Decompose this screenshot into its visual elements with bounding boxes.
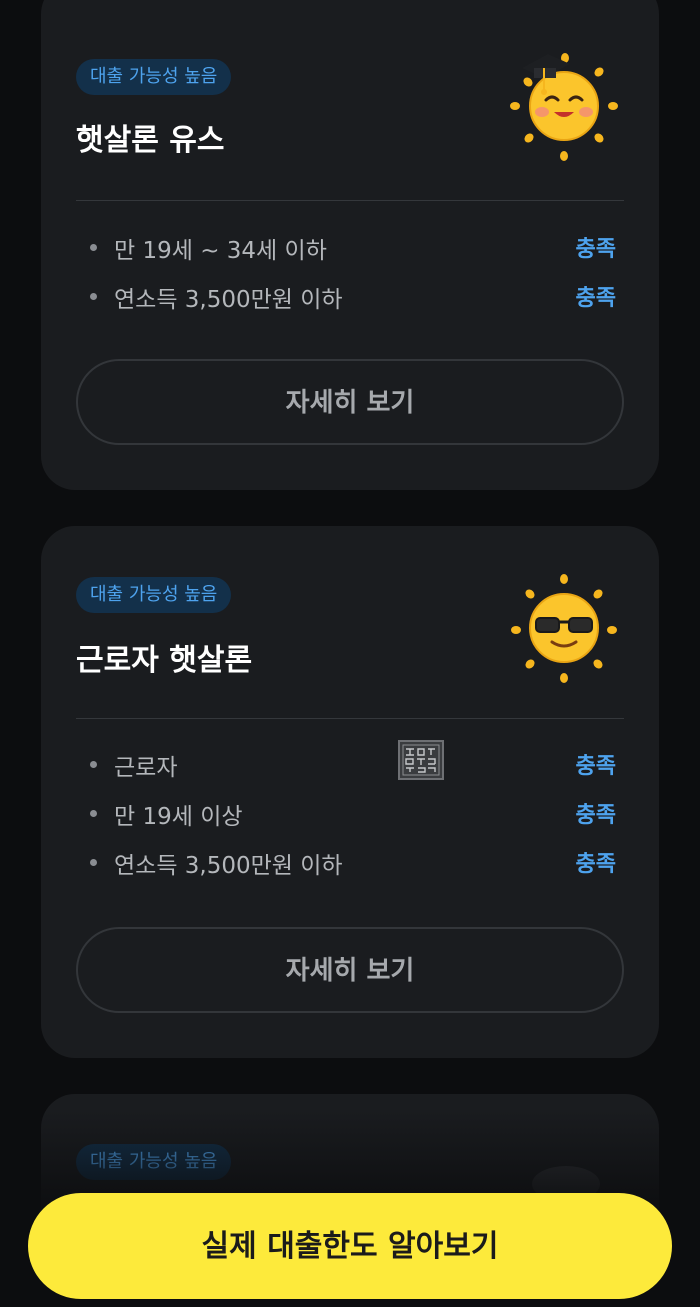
bullet-icon — [90, 859, 97, 866]
approval-likelihood-badge: 대출 가능성 높음 — [76, 59, 232, 95]
bullet-icon — [90, 761, 97, 768]
approval-likelihood-badge: 대출 가능성 높음 — [76, 1144, 232, 1180]
graduation-sun-icon — [510, 53, 618, 161]
criterion-status: 충족 — [575, 852, 616, 877]
list-item: 만 19세 이상 충족 — [76, 789, 616, 838]
card-divider — [76, 200, 624, 201]
view-details-button[interactable]: 자세히 보기 — [76, 927, 624, 1013]
criterion-label: 근로자 — [114, 755, 178, 781]
bullet-icon — [90, 810, 97, 817]
loan-title: 햇살론 유스 — [76, 123, 225, 158]
list-item: 만 19세 ~ 34세 이하 충족 — [76, 223, 616, 272]
card-divider — [76, 718, 624, 719]
view-details-button[interactable]: 자세히 보기 — [76, 359, 624, 445]
seal-stamp-icon — [398, 740, 444, 780]
criterion-label: 만 19세 ~ 34세 이하 — [114, 238, 327, 264]
loan-card-worker-sunshine: 대출 가능성 높음 근로자 햇살론 근로자 충족 만 19세 이상 충족 연소득… — [41, 526, 659, 1058]
loan-title: 근로자 햇살론 — [76, 643, 253, 678]
criterion-status: 충족 — [575, 286, 616, 311]
list-item: 연소득 3,500만원 이하 충족 — [76, 838, 616, 887]
approval-likelihood-badge: 대출 가능성 높음 — [76, 577, 232, 613]
check-loan-limit-button[interactable]: 실제 대출한도 알아보기 — [28, 1193, 672, 1299]
loan-card-sunshine-youth: 대출 가능성 높음 햇살론 유스 만 19세 ~ 34세 이하 충족 연소득 3… — [41, 0, 659, 490]
loan-list-screen: 대출 가능성 높음 햇살론 유스 만 19세 ~ 34세 이하 충족 연소득 3… — [0, 0, 700, 1307]
list-item: 연소득 3,500만원 이하 충족 — [76, 272, 616, 321]
list-item: 근로자 충족 — [76, 740, 616, 789]
criterion-status: 충족 — [575, 754, 616, 779]
eligibility-criteria-list: 근로자 충족 만 19세 이상 충족 연소득 3,500만원 이하 충족 — [76, 740, 616, 887]
bullet-icon — [90, 244, 97, 251]
criterion-status: 충족 — [575, 237, 616, 262]
criterion-label: 연소득 3,500만원 이하 — [114, 853, 343, 879]
criterion-status: 충족 — [575, 803, 616, 828]
criterion-label: 만 19세 이상 — [114, 804, 243, 830]
sunglasses-sun-icon — [511, 574, 617, 683]
criterion-label: 연소득 3,500만원 이하 — [114, 287, 343, 313]
bullet-icon — [90, 293, 97, 300]
eligibility-criteria-list: 만 19세 ~ 34세 이하 충족 연소득 3,500만원 이하 충족 — [76, 223, 616, 321]
